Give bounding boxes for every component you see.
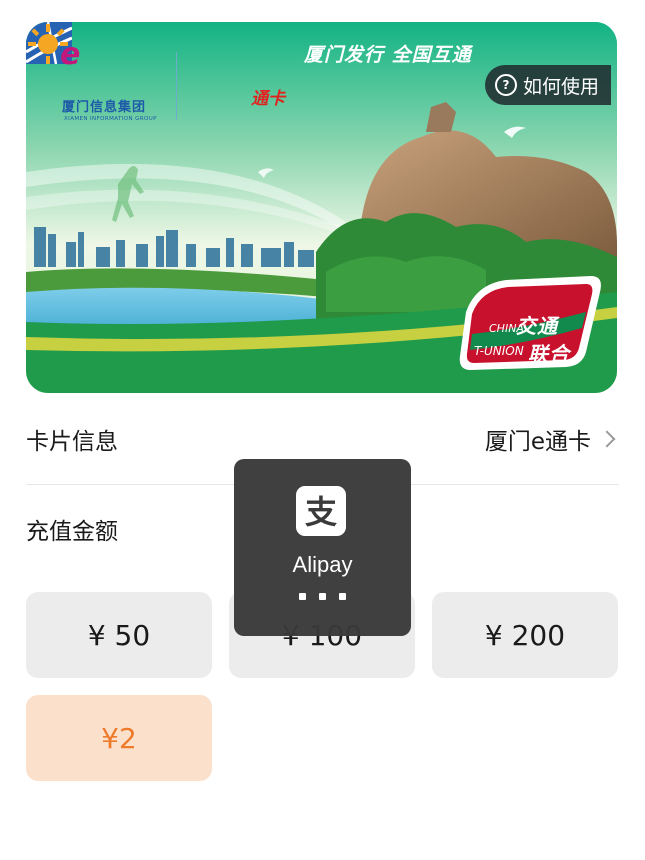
issuer-name-en: XIAMEN INFORMATION GROUP [64, 116, 157, 122]
chevron-right-icon [598, 430, 616, 448]
svg-text:支: 支 [305, 493, 337, 531]
alipay-loading-overlay: 支 Alipay [234, 459, 411, 636]
tunion-en-top: CHINA [489, 322, 524, 335]
amount-option-custom[interactable]: ¥2 [26, 695, 212, 781]
logo-divider [176, 52, 177, 120]
ecard-logo: e [28, 24, 80, 72]
alipay-label: Alipay [292, 552, 353, 577]
amount-option-200[interactable]: ¥ 200 [432, 592, 618, 678]
amount-option-50[interactable]: ¥ 50 [26, 592, 212, 678]
transit-card: 厦门信息集团 XIAMEN INFORMATION GROUP e 通卡 厦门发… [26, 22, 617, 393]
card-slogan: 厦门发行 全国互通 [304, 44, 472, 66]
tunion-en-bottom: T-UNION [474, 344, 524, 358]
issuer-name: 厦门信息集团 [62, 100, 147, 115]
ecard-name: 通卡 [251, 89, 285, 109]
ecard-e-glyph: e [60, 37, 80, 72]
how-to-use-button[interactable]: ? 如何使用 [485, 65, 612, 105]
card-info-value: 厦门e通卡 [484, 429, 591, 455]
question-icon: ? [495, 74, 517, 96]
loading-dots-icon [234, 593, 411, 600]
recharge-amount-label: 充值金额 [26, 519, 118, 545]
alipay-icon: 支 [296, 486, 346, 536]
tunion-cn-bottom: 联合 [528, 342, 570, 366]
how-to-use-label: 如何使用 [523, 75, 600, 98]
card-info-label: 卡片信息 [26, 429, 118, 455]
card-info-value-group: 厦门e通卡 [485, 422, 619, 456]
